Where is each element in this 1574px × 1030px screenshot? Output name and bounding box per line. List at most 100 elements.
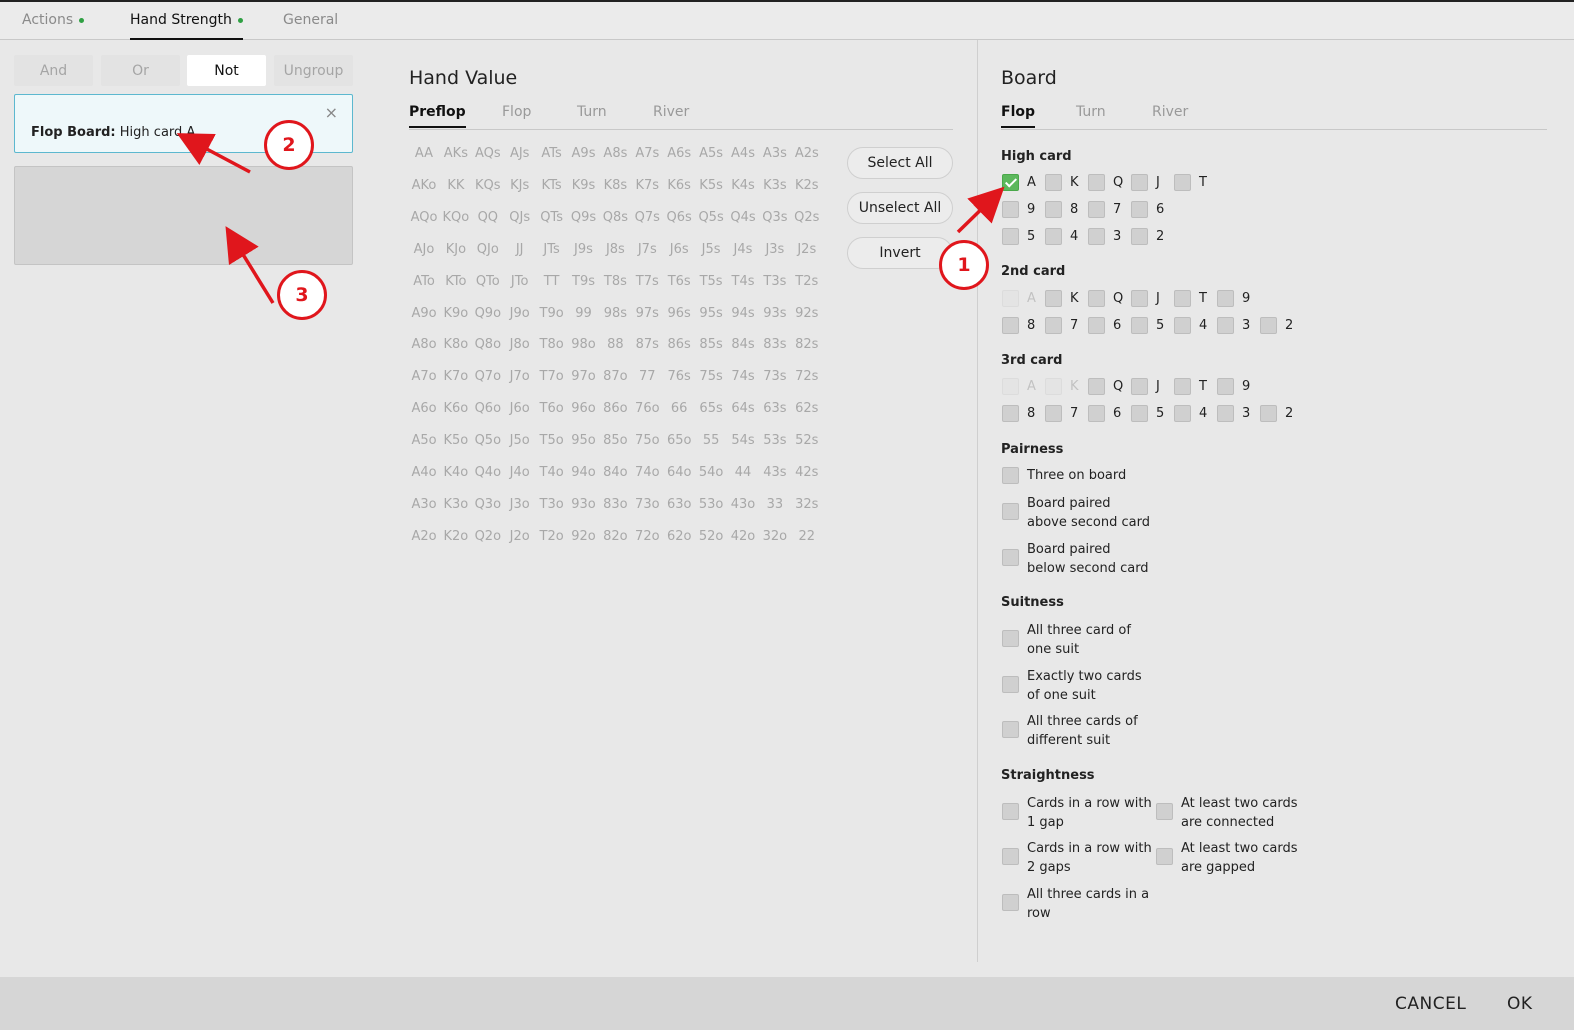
high-card-checkbox[interactable] (1131, 174, 1148, 191)
hand-cell[interactable]: QQ (472, 208, 504, 228)
second-card-checkbox[interactable] (1260, 317, 1277, 334)
ungroup-button[interactable]: Ungroup (274, 55, 353, 86)
high-card-checkbox[interactable] (1088, 228, 1105, 245)
pairness-checkbox[interactable] (1002, 467, 1019, 484)
third-card-checkbox[interactable] (1217, 378, 1234, 395)
hand-cell[interactable]: Q6s (663, 208, 695, 228)
high-card-checkbox[interactable] (1174, 174, 1191, 191)
hand-cell[interactable]: 93o (568, 495, 600, 515)
hand-cell[interactable]: 88 (599, 335, 631, 355)
select-all-button[interactable]: Select All (847, 147, 953, 179)
hand-cell[interactable]: AKo (408, 176, 440, 196)
second-card-checkbox[interactable] (1045, 317, 1062, 334)
hand-cell[interactable]: 97s (631, 304, 663, 324)
hand-cell[interactable]: Q7s (631, 208, 663, 228)
hand-cell[interactable]: K9o (440, 304, 472, 324)
hand-cell[interactable]: T7o (536, 367, 568, 387)
second-card-checkbox[interactable] (1174, 317, 1191, 334)
hand-cell[interactable]: A5s (695, 144, 727, 164)
second-card-checkbox[interactable] (1045, 290, 1062, 307)
hand-cell[interactable]: KTo (440, 272, 472, 292)
hand-cell[interactable]: 32o (759, 527, 791, 547)
hand-cell[interactable]: 53s (759, 431, 791, 451)
high-card-checkbox[interactable] (1045, 174, 1062, 191)
high-card-checkbox[interactable] (1002, 201, 1019, 218)
hand-cell[interactable]: T5s (695, 272, 727, 292)
hand-cell[interactable]: ATo (408, 272, 440, 292)
third-card-checkbox[interactable] (1131, 405, 1148, 422)
tab-board-turn[interactable]: Turn (1076, 104, 1106, 126)
cancel-button[interactable]: CANCEL (1395, 994, 1466, 1014)
straightness-checkbox[interactable] (1156, 848, 1173, 865)
hand-cell[interactable]: A7s (631, 144, 663, 164)
hand-cell[interactable]: 44 (727, 463, 759, 483)
and-button[interactable]: And (14, 55, 93, 86)
hand-cell[interactable]: 84s (727, 335, 759, 355)
hand-cell[interactable]: T2s (791, 272, 823, 292)
hand-cell[interactable]: J5s (695, 240, 727, 260)
hand-cell[interactable]: 96s (663, 304, 695, 324)
hand-cell[interactable]: A3s (759, 144, 791, 164)
hand-cell[interactable]: AJs (504, 144, 536, 164)
hand-cell[interactable]: A4o (408, 463, 440, 483)
high-card-checkbox[interactable] (1045, 228, 1062, 245)
second-card-checkbox[interactable] (1217, 290, 1234, 307)
hand-cell[interactable]: A4s (727, 144, 759, 164)
hand-cell[interactable]: QJo (472, 240, 504, 260)
hand-cell[interactable]: 87o (599, 367, 631, 387)
close-icon[interactable]: × (325, 103, 338, 122)
or-button[interactable]: Or (101, 55, 180, 86)
second-card-checkbox[interactable] (1088, 317, 1105, 334)
hand-cell[interactable]: T9o (536, 304, 568, 324)
hand-cell[interactable]: K4s (727, 176, 759, 196)
hand-cell[interactable]: 33 (759, 495, 791, 515)
third-card-checkbox[interactable] (1088, 378, 1105, 395)
straightness-checkbox[interactable] (1002, 894, 1019, 911)
hand-cell[interactable]: J3o (504, 495, 536, 515)
hand-cell[interactable]: K6s (663, 176, 695, 196)
hand-cell[interactable]: 82s (791, 335, 823, 355)
hand-cell[interactable]: T7s (631, 272, 663, 292)
hand-cell[interactable]: AQo (408, 208, 440, 228)
hand-cell[interactable]: 98s (599, 304, 631, 324)
hand-cell[interactable]: KQo (440, 208, 472, 228)
hand-cell[interactable]: T8o (536, 335, 568, 355)
hand-cell[interactable]: A3o (408, 495, 440, 515)
unselect-all-button[interactable]: Unselect All (847, 192, 953, 224)
tab-general[interactable]: General (283, 12, 338, 40)
hand-cell[interactable]: J8s (599, 240, 631, 260)
hand-cell[interactable]: KK (440, 176, 472, 196)
hand-cell[interactable]: J4s (727, 240, 759, 260)
hand-cell[interactable]: Q7o (472, 367, 504, 387)
hand-cell[interactable]: K6o (440, 399, 472, 419)
hand-cell[interactable]: 75o (631, 431, 663, 451)
tab-board-flop[interactable]: Flop (1001, 104, 1036, 128)
hand-cell[interactable]: T4o (536, 463, 568, 483)
hand-cell[interactable]: 43s (759, 463, 791, 483)
high-card-checkbox[interactable] (1088, 201, 1105, 218)
hand-cell[interactable]: AKs (440, 144, 472, 164)
third-card-checkbox[interactable] (1131, 378, 1148, 395)
hand-cell[interactable]: K5s (695, 176, 727, 196)
third-card-checkbox[interactable] (1174, 405, 1191, 422)
tab-board-river[interactable]: River (1152, 104, 1188, 126)
hand-cell[interactable]: A6o (408, 399, 440, 419)
hand-cell[interactable]: 99 (568, 304, 600, 324)
hand-cell[interactable]: 92o (568, 527, 600, 547)
hand-cell[interactable]: 96o (568, 399, 600, 419)
hand-cell[interactable]: 83o (599, 495, 631, 515)
hand-cell[interactable]: ATs (536, 144, 568, 164)
hand-cell[interactable]: KTs (536, 176, 568, 196)
hand-cell[interactable]: 92s (791, 304, 823, 324)
pairness-checkbox[interactable] (1002, 549, 1019, 566)
hand-cell[interactable]: J6o (504, 399, 536, 419)
hand-cell[interactable]: K3o (440, 495, 472, 515)
hand-cell[interactable]: 95o (568, 431, 600, 451)
hand-cell[interactable]: 42s (791, 463, 823, 483)
hand-cell[interactable]: Q6o (472, 399, 504, 419)
hand-cell[interactable]: Q4o (472, 463, 504, 483)
hand-cell[interactable]: 62o (663, 527, 695, 547)
straightness-checkbox[interactable] (1002, 848, 1019, 865)
hand-cell[interactable]: K7o (440, 367, 472, 387)
tab-river[interactable]: River (653, 104, 689, 126)
